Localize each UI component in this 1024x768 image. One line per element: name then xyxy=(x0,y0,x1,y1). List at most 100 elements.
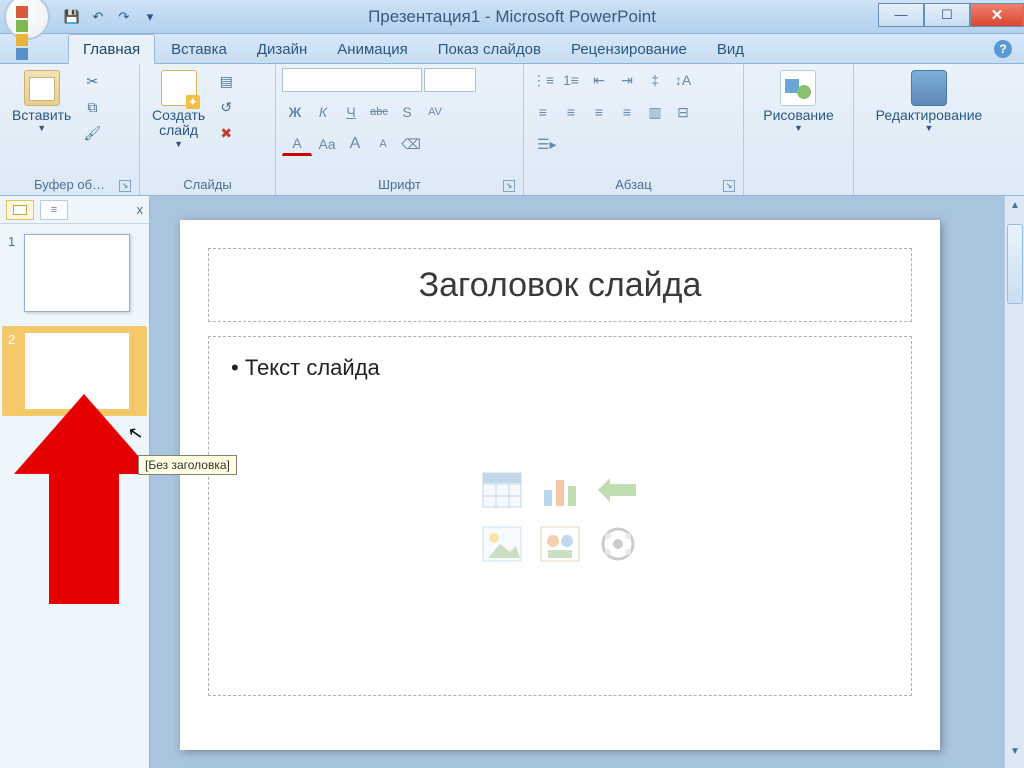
chevron-down-icon: ▼ xyxy=(37,123,46,133)
slide-canvas[interactable]: Заголовок слайда Текст слайда xyxy=(180,220,940,750)
chevron-down-icon: ▼ xyxy=(174,139,183,149)
reset-icon[interactable]: ↺ xyxy=(215,96,237,118)
insert-clipart-icon[interactable] xyxy=(536,522,584,566)
new-slide-icon: ✦ xyxy=(161,70,197,106)
align-left-button[interactable]: ≡ xyxy=(530,100,556,124)
convert-smartart-button[interactable]: ☰▸ xyxy=(530,132,564,156)
outline-tab[interactable]: ≡ xyxy=(40,200,68,220)
clear-format-button[interactable]: ⌫ xyxy=(398,132,424,156)
slides-tab[interactable] xyxy=(6,200,34,220)
panel-close-button[interactable]: x xyxy=(137,202,144,217)
tab-view[interactable]: Вид xyxy=(703,35,758,63)
strikethrough-button[interactable]: abc xyxy=(366,100,392,124)
dialog-launcher-icon[interactable]: ↘ xyxy=(503,180,515,192)
slide-thumbnail-1[interactable]: 1 xyxy=(8,234,141,312)
minimize-button[interactable]: — xyxy=(878,3,924,27)
font-family-combo[interactable] xyxy=(282,68,422,92)
justify-button[interactable]: ≡ xyxy=(614,100,640,124)
numbering-button[interactable]: 1≡ xyxy=(558,68,584,92)
text-shadow-button[interactable]: S xyxy=(394,100,420,124)
tab-home[interactable]: Главная xyxy=(68,34,155,64)
font-size-combo[interactable] xyxy=(424,68,476,92)
text-direction-button[interactable]: ↕A xyxy=(670,68,696,92)
title-placeholder[interactable]: Заголовок слайда xyxy=(208,248,912,322)
undo-icon[interactable]: ↶ xyxy=(88,7,108,27)
bold-button[interactable]: Ж xyxy=(282,100,308,124)
group-label-paragraph: Абзац↘ xyxy=(530,174,737,195)
group-paragraph: ⋮≡ 1≡ ⇤ ⇥ ‡ ↕A ≡ ≡ ≡ ≡ ▥ ⊟ ☰▸ Абзац↘ xyxy=(524,64,744,195)
scroll-down-icon[interactable]: ▼ xyxy=(1006,746,1024,764)
save-icon[interactable]: 💾 xyxy=(62,7,82,27)
cut-icon[interactable]: ✂ xyxy=(81,70,103,92)
vertical-scrollbar[interactable]: ▲ ▼ xyxy=(1004,196,1024,768)
underline-button[interactable]: Ч xyxy=(338,100,364,124)
char-spacing-button[interactable]: AV xyxy=(422,100,448,124)
dialog-launcher-icon[interactable]: ↘ xyxy=(119,180,131,192)
align-right-button[interactable]: ≡ xyxy=(586,100,612,124)
line-spacing-button[interactable]: ‡ xyxy=(642,68,668,92)
scroll-up-icon[interactable]: ▲ xyxy=(1006,200,1024,218)
thumbnail-tooltip: [Без заголовка] xyxy=(138,455,237,475)
redo-icon[interactable]: ↷ xyxy=(114,7,134,27)
insert-table-icon[interactable] xyxy=(478,468,526,512)
paste-button[interactable]: Вставить ▼ xyxy=(6,68,77,135)
tab-insert[interactable]: Вставка xyxy=(157,35,241,63)
insert-media-icon[interactable] xyxy=(594,522,642,566)
group-editing: Редактирование ▼ xyxy=(854,64,1004,195)
maximize-button[interactable]: ☐ xyxy=(924,3,970,27)
format-painter-icon[interactable]: 🖌 xyxy=(81,122,103,144)
layout-icon[interactable]: ▤ xyxy=(215,70,237,92)
body-text: Текст слайда xyxy=(231,355,889,381)
change-case-button[interactable]: Aa xyxy=(314,132,340,156)
group-label-editing xyxy=(860,174,998,195)
tab-animation[interactable]: Анимация xyxy=(323,35,421,63)
tab-review[interactable]: Рецензирование xyxy=(557,35,701,63)
binoculars-icon xyxy=(911,70,947,106)
scrollbar-thumb[interactable] xyxy=(1007,224,1023,304)
window-controls: — ☐ ✕ xyxy=(878,4,1024,30)
align-text-button[interactable]: ⊟ xyxy=(670,100,696,124)
editing-button[interactable]: Редактирование ▼ xyxy=(870,68,989,135)
close-button[interactable]: ✕ xyxy=(970,3,1024,27)
help-icon[interactable]: ? xyxy=(994,40,1012,58)
outline-icon: ≡ xyxy=(51,204,57,216)
tab-design[interactable]: Дизайн xyxy=(243,35,321,63)
insert-picture-icon[interactable] xyxy=(478,522,526,566)
chevron-down-icon: ▼ xyxy=(794,123,803,133)
insert-smartart-icon[interactable] xyxy=(594,468,642,512)
group-label-drawing xyxy=(750,174,847,195)
bullets-button[interactable]: ⋮≡ xyxy=(530,68,556,92)
thumbnails: 1 2 xyxy=(0,224,149,420)
grow-font-button[interactable]: A xyxy=(342,132,368,156)
qat-more-icon[interactable]: ▾ xyxy=(140,7,160,27)
increase-indent-button[interactable]: ⇥ xyxy=(614,68,640,92)
shrink-font-button[interactable]: A xyxy=(370,132,396,156)
title-text: Заголовок слайда xyxy=(419,266,702,305)
slide-editor: Заголовок слайда Текст слайда ▲ ▼ xyxy=(150,196,1024,768)
ribbon-tabs: Главная Вставка Дизайн Анимация Показ сл… xyxy=(0,34,1024,64)
group-label-font: Шрифт↘ xyxy=(282,174,517,195)
delete-icon[interactable]: ✖ xyxy=(215,122,237,144)
content-placeholder[interactable]: Текст слайда xyxy=(208,336,912,696)
italic-button[interactable]: К xyxy=(310,100,336,124)
drawing-button[interactable]: Рисование ▼ xyxy=(757,68,840,135)
decrease-indent-button[interactable]: ⇤ xyxy=(586,68,612,92)
group-label-slides: Слайды xyxy=(146,174,269,195)
copy-icon[interactable]: ⧉ xyxy=(81,96,103,118)
font-color-button[interactable]: A xyxy=(282,132,312,156)
new-slide-button[interactable]: ✦ Создать слайд ▼ xyxy=(146,68,211,151)
shapes-icon xyxy=(780,70,816,106)
group-drawing: Рисование ▼ xyxy=(744,64,854,195)
tab-slideshow[interactable]: Показ слайдов xyxy=(424,35,555,63)
ribbon: Вставить ▼ ✂ ⧉ 🖌 Буфер об…↘ ✦ Создать сл… xyxy=(0,64,1024,196)
chevron-down-icon: ▼ xyxy=(925,123,934,133)
insert-chart-icon[interactable] xyxy=(536,468,584,512)
group-clipboard: Вставить ▼ ✂ ⧉ 🖌 Буфер об…↘ xyxy=(0,64,140,195)
content-icon-grid xyxy=(478,468,642,566)
columns-button[interactable]: ▥ xyxy=(642,100,668,124)
align-center-button[interactable]: ≡ xyxy=(558,100,584,124)
window-title: Презентация1 - Microsoft PowerPoint xyxy=(368,7,656,27)
dialog-launcher-icon[interactable]: ↘ xyxy=(723,180,735,192)
office-button[interactable] xyxy=(4,0,50,40)
panel-tabs: ≡ x xyxy=(0,196,149,224)
